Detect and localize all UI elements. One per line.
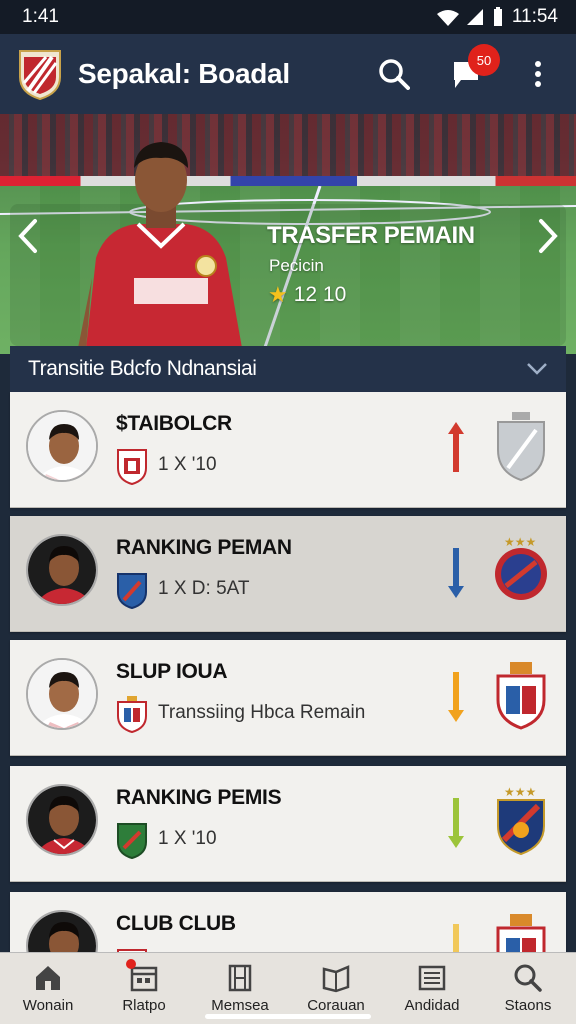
player-avatar <box>26 658 98 730</box>
carousel-prev-button[interactable] <box>10 214 46 258</box>
app-bar: Sepakal: Boadal 50 <box>0 34 576 114</box>
more-vertical-icon <box>535 61 541 87</box>
svg-text:★★★: ★★★ <box>504 785 536 799</box>
trend-arrow-icon <box>448 672 464 722</box>
nav-label: Rlatpo <box>122 997 166 1014</box>
search-button[interactable] <box>374 54 414 94</box>
status-icons: 11:54 <box>436 6 558 28</box>
nav-label: Corauan <box>307 997 365 1014</box>
hero-banner[interactable]: TRASFER PEMAIN Pecicin ★ 12 10 <box>0 114 576 354</box>
trend-arrow-icon <box>448 798 464 848</box>
overflow-menu-button[interactable] <box>518 54 558 94</box>
list-item-title: SLUP IOUA <box>116 660 228 683</box>
section-header[interactable]: Transitie Bdcfo Ndnansiai <box>10 346 566 392</box>
star-icon: ★ <box>268 282 288 307</box>
list-icon <box>418 965 446 991</box>
hero-title: TRASFER PEMAIN <box>267 222 475 249</box>
nav-label: Wonain <box>22 997 74 1014</box>
list-item-title: $TAIBOLCR <box>116 412 232 435</box>
club-crest-icon: ★★★ <box>495 535 547 600</box>
club-badge-icon <box>117 449 147 486</box>
club-logo-icon <box>19 50 61 101</box>
chevron-left-icon <box>18 219 37 253</box>
list-item-title: RANKING PEMIS <box>116 786 282 809</box>
carousel-next-button[interactable] <box>530 214 566 258</box>
club-badge-icon <box>117 823 147 860</box>
list-item-title: CLUB CLUB <box>116 912 236 935</box>
signal-icon <box>466 8 484 26</box>
list-item-meta: 1 X '10 <box>158 828 217 849</box>
nav-label: Memsea <box>211 997 269 1014</box>
list-item[interactable]: SLUP IOUA Transsiing Hbca Remain <box>10 640 566 756</box>
chevron-down-icon <box>527 363 547 375</box>
list-item-meta: 1 X D: 5AT <box>158 578 250 599</box>
battery-icon <box>492 7 504 27</box>
search-icon <box>514 964 542 992</box>
list-item[interactable]: RANKING PEMIS 1 X '10 ★★★ <box>10 766 566 882</box>
notification-badge: 50 <box>468 44 500 76</box>
app-actions: 50 <box>374 44 558 94</box>
hero-subtitle: Pecicin <box>269 256 324 275</box>
nav-notification-dot <box>126 959 136 969</box>
status-clock: 11:54 <box>511 6 558 27</box>
notifications-button[interactable]: 50 <box>446 44 500 94</box>
player-avatar <box>26 534 98 606</box>
nav-item-home[interactable]: Wonain <box>0 953 96 1024</box>
home-indicator[interactable] <box>205 1014 371 1019</box>
svg-text:★★★: ★★★ <box>504 535 536 549</box>
chevron-right-icon <box>539 219 558 253</box>
status-time: 1:41 <box>22 6 59 27</box>
status-bar: 1:41 11:54 <box>0 0 576 34</box>
list-item[interactable]: $TAIBOLCR 1 X '10 <box>10 392 566 508</box>
list-item[interactable]: RANKING PEMAN 1 X D: 5AT ★★★ <box>10 516 566 632</box>
trend-arrow-icon <box>448 548 464 598</box>
nav-label: Staons <box>504 997 552 1014</box>
list-item-meta: 1 X '10 <box>158 454 217 475</box>
player-avatar <box>26 410 98 482</box>
club-crest-icon: ★★★ <box>497 785 545 856</box>
player-photo <box>78 142 242 348</box>
trend-arrow-icon <box>448 422 464 472</box>
film-icon <box>228 964 252 992</box>
nav-item-staons[interactable]: Staons <box>480 953 576 1024</box>
club-crest-icon <box>497 412 545 482</box>
wifi-icon <box>436 9 459 26</box>
player-avatar <box>26 784 98 856</box>
home-icon <box>36 966 60 990</box>
hero-rating-value: 12 10 <box>293 283 347 306</box>
search-icon <box>379 59 410 90</box>
section-title: Transitie Bdcfo Ndnansiai <box>28 357 257 380</box>
app-title: Sepakal: Boadal <box>78 58 290 89</box>
list-item-title: RANKING PEMAN <box>116 536 292 559</box>
club-crest-icon <box>496 662 546 730</box>
club-badge-icon <box>117 696 147 734</box>
nav-label: Andidad <box>404 997 460 1014</box>
list-item-meta: Transsiing Hbca Remain <box>158 702 366 723</box>
nav-item-rlatpo[interactable]: Rlatpo <box>96 953 192 1024</box>
book-icon <box>322 965 350 993</box>
nav-item-andidad[interactable]: Andidad <box>384 953 480 1024</box>
hero-rating: ★ 12 10 <box>268 282 346 308</box>
club-badge-icon <box>117 573 147 610</box>
